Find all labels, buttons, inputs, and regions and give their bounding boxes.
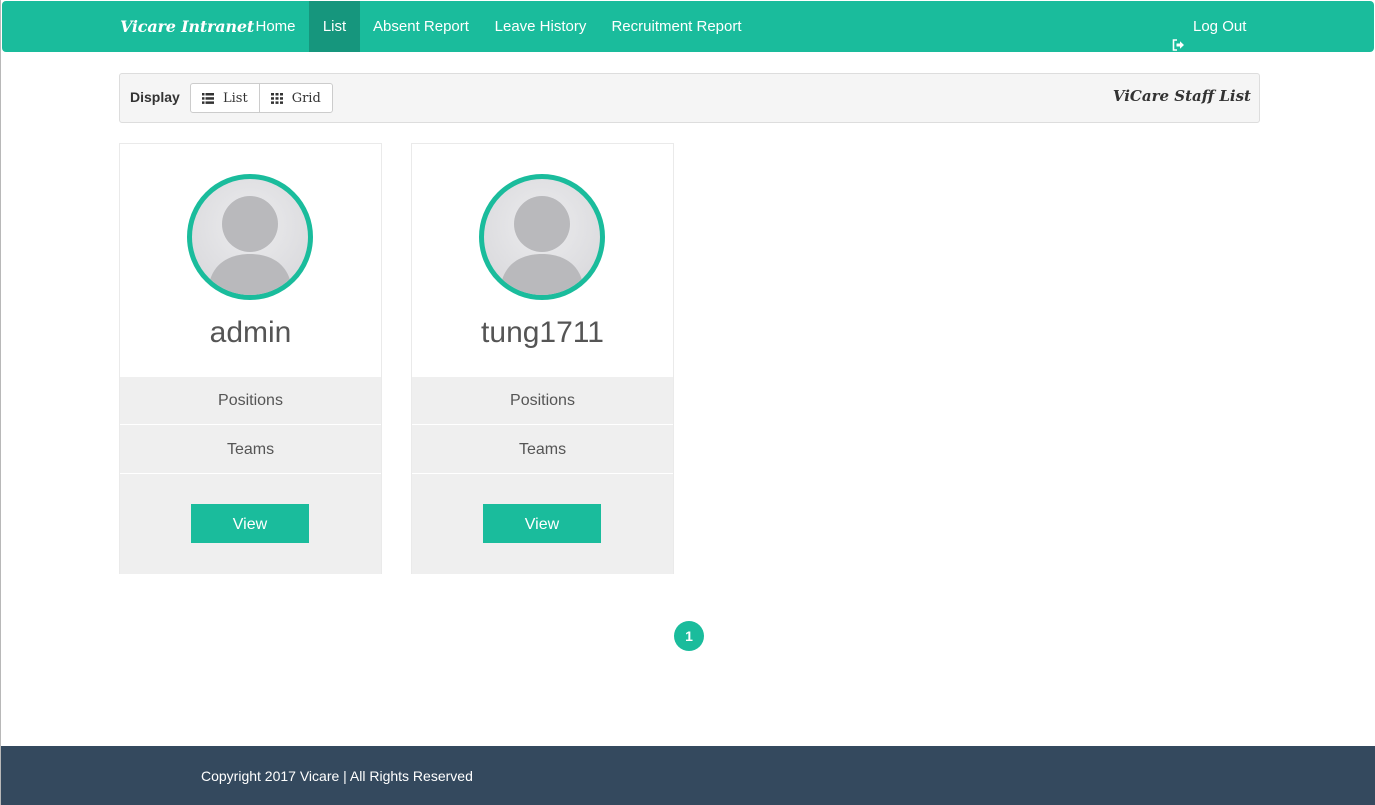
staff-card: admin Positions Teams View bbox=[119, 143, 382, 574]
card-details: Positions Teams View bbox=[412, 377, 673, 574]
staff-name: admin bbox=[209, 316, 292, 349]
positions-row: Positions bbox=[412, 377, 673, 425]
nav-item-home[interactable]: Home bbox=[242, 1, 309, 52]
staff-list-title: ViCare Staff List bbox=[1112, 87, 1251, 105]
staff-name: tung1711 bbox=[481, 316, 604, 349]
card-details: Positions Teams View bbox=[120, 377, 381, 574]
view-button[interactable]: View bbox=[191, 504, 309, 543]
top-navbar: Vicare Intranet Home List Absent Report … bbox=[2, 1, 1374, 52]
display-label: Display bbox=[130, 89, 180, 105]
copyright-text: Copyright 2017 Vicare | All Rights Reser… bbox=[201, 768, 473, 784]
default-user-icon bbox=[500, 196, 584, 295]
view-button[interactable]: View bbox=[483, 504, 601, 543]
pagination-page-1[interactable]: 1 bbox=[674, 621, 704, 651]
grid-view-button[interactable]: Grid bbox=[258, 84, 332, 112]
avatar bbox=[187, 174, 313, 300]
grid-icon bbox=[270, 92, 283, 104]
display-toolbar: Display List Grid ViCare Staff List bbox=[119, 73, 1260, 123]
logout-link[interactable]: Log Out bbox=[1172, 1, 1246, 52]
avatar bbox=[479, 174, 605, 300]
positions-row: Positions bbox=[120, 377, 381, 425]
list-view-label: List bbox=[223, 90, 248, 106]
logout-icon bbox=[1172, 21, 1185, 51]
footer: Copyright 2017 Vicare | All Rights Reser… bbox=[1, 746, 1375, 805]
teams-row: Teams bbox=[120, 426, 381, 474]
brand-link[interactable]: Vicare Intranet bbox=[120, 1, 254, 52]
grid-view-label: Grid bbox=[291, 90, 321, 106]
list-icon bbox=[202, 92, 214, 104]
nav-item-leave-history[interactable]: Leave History bbox=[482, 1, 599, 52]
staff-card: tung1711 Positions Teams View bbox=[411, 143, 674, 574]
nav-item-absent-report[interactable]: Absent Report bbox=[360, 1, 482, 52]
nav-item-recruitment-report[interactable]: Recruitment Report bbox=[599, 1, 754, 52]
default-user-icon bbox=[208, 196, 292, 295]
page: Vicare Intranet Home List Absent Report … bbox=[0, 0, 1375, 805]
teams-row: Teams bbox=[412, 426, 673, 474]
list-view-button[interactable]: List bbox=[191, 84, 259, 112]
view-mode-toggle: List Grid bbox=[190, 83, 333, 113]
logout-label: Log Out bbox=[1193, 18, 1247, 35]
nav-item-list[interactable]: List bbox=[309, 1, 360, 52]
